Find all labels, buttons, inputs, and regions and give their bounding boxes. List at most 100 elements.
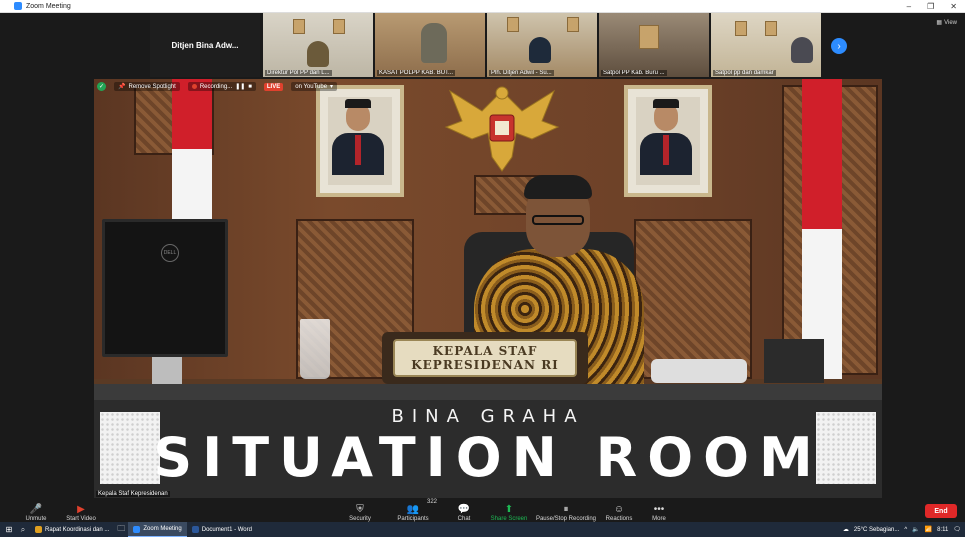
- nameplate-line1: KEPALA STAF: [432, 344, 538, 358]
- window-controls: – ❐ ✕: [907, 0, 957, 13]
- record-dot-icon: [191, 84, 197, 89]
- share-screen-button[interactable]: ⬆ Share Screen: [489, 498, 529, 522]
- start-video-button[interactable]: ▶ Start Video: [63, 498, 99, 522]
- windows-start-icon[interactable]: ⊞: [2, 522, 16, 537]
- spotlight-video[interactable]: DELL KEPALA STAF KEPRESIDENAN RI BINA GR…: [94, 79, 882, 498]
- water-glass: [300, 319, 330, 379]
- word-icon: [191, 526, 199, 533]
- network-icon[interactable]: 📶: [925, 526, 932, 533]
- gallery-tile-namecard[interactable]: Ditjen Bina Adw...: [150, 13, 260, 77]
- gallery-tile[interactable]: Direktur Pol PP dan L...: [263, 13, 373, 77]
- next-page-icon[interactable]: ›: [831, 38, 847, 54]
- close-button[interactable]: ✕: [950, 2, 957, 11]
- pin-icon: 📌: [118, 84, 126, 90]
- namecard-label: Ditjen Bina Adw...: [171, 40, 239, 50]
- chat-button[interactable]: 💬 Chat: [453, 498, 475, 522]
- desk-edge: [94, 384, 882, 400]
- participants-icon: 👥: [406, 504, 420, 515]
- taskbar-app-word[interactable]: Document1 - Word: [187, 522, 257, 537]
- meeting-area: Ditjen Bina Adw... Direktur Pol PP dan L…: [13, 13, 965, 522]
- unmute-button[interactable]: 🎤 Unmute: [23, 498, 49, 522]
- security-button[interactable]: ⛨ Security: [345, 498, 375, 522]
- pause-recording-icon[interactable]: ❚❚: [235, 83, 245, 90]
- clock-text[interactable]: 8:11: [937, 527, 948, 533]
- reactions-button[interactable]: ☺ Reactions: [603, 498, 635, 522]
- view-label: View: [944, 19, 957, 26]
- stop-recording-icon[interactable]: ■: [248, 84, 252, 90]
- gallery-tile[interactable]: Plh. Ditjen Adwil - Su...: [487, 13, 597, 77]
- window-titlebar: Zoom Meeting – ❐ ✕: [0, 0, 965, 13]
- system-tray: ☁ 25°C Sebagian... ^ 🔈 📶 8:11 🗨: [843, 522, 961, 537]
- weather-icon: ☁: [842, 527, 849, 533]
- pause-stop-icon: ⏸: [563, 504, 569, 515]
- gallery-tile-name: Direktur Pol PP dan L...: [265, 70, 332, 76]
- chat-icon: 💬: [457, 504, 471, 515]
- taskbar-app-label: Rapat Koordinasi dan ...: [45, 526, 110, 533]
- remove-spotlight-label: Remove Spotlight: [128, 83, 176, 90]
- shield-icon: ⛨: [356, 504, 364, 515]
- chevron-down-icon: ▾: [330, 84, 334, 90]
- gallery-tile[interactable]: Satpol PP Kab. Buru ...: [599, 13, 709, 77]
- gallery-strip: Ditjen Bina Adw... Direktur Pol PP dan L…: [13, 13, 965, 79]
- gallery-tile[interactable]: Satpol pp dan damkar: [711, 13, 821, 77]
- garuda-emblem: [444, 86, 560, 172]
- gallery-tile-name: Plh. Ditjen Adwil - Su...: [489, 70, 554, 76]
- conference-phone: [651, 359, 747, 383]
- windows-taskbar: ⊞ ⌕ Rapat Koordinasi dan ... 🗀 Zoom Meet…: [0, 522, 965, 537]
- grid-icon: ▦: [936, 20, 943, 26]
- nameplate-line2: KEPRESIDENAN RI: [411, 358, 559, 372]
- live-stream-menu[interactable]: on YouTube ▾: [291, 82, 338, 91]
- participants-count: 322: [427, 499, 438, 505]
- situation-room-sign: BINA GRAHA SITUATION ROOM: [94, 400, 882, 498]
- minimize-button[interactable]: –: [907, 2, 911, 11]
- spotlight-participant-name: Kepala Staf Kepresidenan: [96, 491, 170, 497]
- window-title: Zoom Meeting: [26, 2, 71, 10]
- desk-nameplate: KEPALA STAF KEPRESIDENAN RI: [382, 332, 588, 384]
- taskbar-app-label: Document1 - Word: [201, 526, 252, 533]
- gallery-tile[interactable]: KASAT POLPP KAB. BUT...: [375, 13, 485, 77]
- zoom-logo-icon: [14, 2, 22, 10]
- remove-spotlight-button[interactable]: 📌 Remove Spotlight: [114, 82, 180, 91]
- restore-button[interactable]: ❐: [927, 2, 934, 11]
- sign-line2: SITUATION ROOM: [153, 426, 823, 489]
- volume-icon[interactable]: 🔈: [912, 526, 919, 533]
- meeting-toolbar: 🎤 Unmute ▶ Start Video ⛨ Security 👥 322 …: [13, 498, 965, 522]
- share-screen-icon: ⬆: [504, 504, 514, 515]
- gallery-tile-name: KASAT POLPP KAB. BUT...: [377, 70, 456, 76]
- gallery-tile-name: Satpol pp dan damkar: [713, 70, 776, 76]
- carved-panel: [634, 219, 752, 379]
- sign-line1: BINA GRAHA: [391, 406, 585, 427]
- search-icon[interactable]: ⌕: [16, 522, 30, 537]
- muted-microphone-icon: 🎤: [29, 504, 43, 515]
- chevron-up-icon[interactable]: ^: [904, 527, 907, 533]
- recording-indicator: Recording... ❚❚ ■: [187, 82, 256, 91]
- live-badge: LIVE: [263, 82, 284, 91]
- live-stream-label: on YouTube: [295, 83, 328, 90]
- portrait-president: [316, 85, 404, 197]
- tissue-box: [764, 339, 824, 383]
- gallery-tile-name: Satpol PP Kab. Buru ...: [601, 70, 667, 76]
- notification-icon[interactable]: 🗨: [953, 526, 961, 533]
- more-button[interactable]: ••• More: [647, 498, 671, 522]
- ellipsis-icon: •••: [653, 504, 665, 515]
- zoom-icon: [133, 525, 141, 533]
- participants-button[interactable]: 👥 322 Participants: [393, 498, 437, 522]
- end-meeting-button[interactable]: End: [925, 504, 957, 518]
- monitor-stand: [152, 357, 182, 387]
- taskbar-app-chrome[interactable]: Rapat Koordinasi dan ...: [30, 522, 114, 537]
- chrome-icon: [35, 526, 42, 533]
- view-button[interactable]: ▦ View: [936, 19, 957, 27]
- taskbar-app-label: Zoom Meeting: [143, 526, 182, 532]
- weather-text[interactable]: 25°C Sebagian...: [854, 527, 899, 533]
- shield-icon[interactable]: ✓: [97, 82, 106, 91]
- dell-monitor: DELL: [102, 219, 228, 357]
- meeting-status-bar: ✓ 📌 Remove Spotlight Recording... ❚❚ ■ L…: [97, 82, 338, 91]
- pause-stop-recording-button[interactable]: ⏸ Pause/Stop Recording: [535, 498, 597, 522]
- flag-right: [802, 79, 842, 379]
- flag-left: [172, 79, 212, 219]
- file-explorer-icon[interactable]: 🗀: [114, 522, 128, 537]
- video-off-icon: ▶: [77, 504, 85, 515]
- smiley-icon: ☺: [613, 504, 625, 515]
- recording-label: Recording...: [199, 83, 233, 90]
- taskbar-app-zoom[interactable]: Zoom Meeting: [128, 522, 187, 537]
